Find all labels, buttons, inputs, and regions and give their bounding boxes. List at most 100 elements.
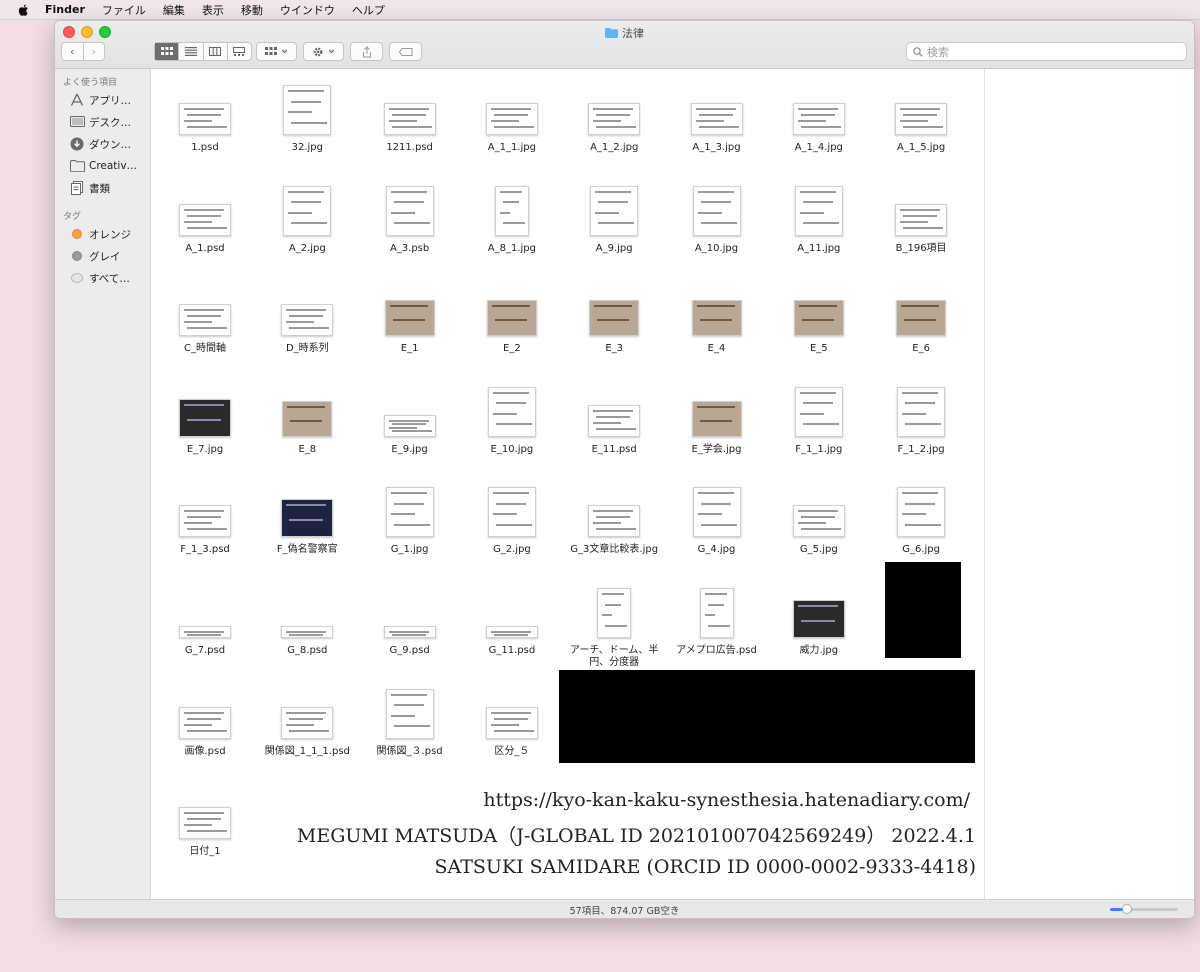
file-item[interactable]: E_8 [258, 379, 356, 475]
menu-view[interactable]: 表示 [202, 2, 224, 18]
file-item[interactable]: A_1.psd [156, 178, 254, 274]
file-item[interactable]: E_1 [361, 278, 459, 374]
menu-file[interactable]: ファイル [102, 2, 146, 18]
action-button[interactable] [303, 42, 344, 61]
file-item[interactable]: G_7.psd [156, 580, 254, 676]
file-item[interactable]: G_9.psd [361, 580, 459, 676]
file-item[interactable]: 区分_５ [463, 681, 561, 777]
file-item[interactable]: アメプロ広告.psd [668, 580, 766, 676]
thumbnail-detail [598, 201, 629, 204]
menu-edit[interactable]: 編集 [163, 2, 185, 18]
icon-size-slider[interactable] [1110, 904, 1178, 914]
file-item[interactable]: E_3 [565, 278, 663, 374]
file-item[interactable]: A_3.psb [361, 178, 459, 274]
file-item[interactable]: A_9.jpg [565, 178, 663, 274]
file-item[interactable]: F_1_3.psd [156, 479, 254, 575]
gallery-view-button[interactable] [228, 43, 251, 60]
file-item[interactable]: G_3文章比較表.jpg [565, 479, 663, 575]
file-item[interactable]: E_6 [872, 278, 970, 374]
share-button[interactable] [350, 42, 383, 61]
file-item[interactable]: 関係図_３.psd [361, 681, 459, 777]
sidebar-item-creative-cloud[interactable]: Creativ… [55, 155, 150, 177]
thumbnail-detail [802, 201, 833, 204]
file-item[interactable]: E_4 [668, 278, 766, 374]
file-item[interactable]: E_学会.jpg [668, 379, 766, 475]
sidebar-item-desktop[interactable]: デスク… [55, 111, 150, 133]
slider-knob[interactable] [1122, 904, 1132, 914]
list-view-button[interactable] [179, 43, 204, 60]
sidebar-item-applications[interactable]: アプリ… [55, 89, 150, 111]
file-item[interactable]: G_5.jpg [770, 479, 868, 575]
file-grid: 1.psd 32.jpg 1211.psd A_1_1.jpg A_1_2.jpg A_1… [151, 69, 984, 899]
file-item[interactable]: A_1_4.jpg [770, 77, 868, 173]
file-item[interactable]: 威力.jpg [770, 580, 868, 676]
menu-go[interactable]: 移動 [241, 2, 263, 18]
thumbnail-detail [288, 111, 313, 113]
sidebar-tag-gray[interactable]: グレイ [55, 245, 150, 267]
column-view-button[interactable] [204, 43, 228, 60]
file-name: E_3 [605, 343, 624, 355]
file-item[interactable]: 1.psd [156, 77, 254, 173]
edit-tags-button[interactable] [389, 42, 422, 61]
group-by-button[interactable] [256, 42, 297, 61]
menu-help[interactable]: ヘルプ [352, 2, 385, 18]
search-field[interactable]: 検索 [906, 42, 1187, 61]
file-item[interactable]: E_9.jpg [361, 379, 459, 475]
file-item[interactable]: 関係図_1_1_1.psd [258, 681, 356, 777]
file-item[interactable]: 32.jpg [258, 77, 356, 173]
file-item[interactable]: C_時間軸 [156, 278, 254, 374]
file-item[interactable]: G_4.jpg [668, 479, 766, 575]
thumbnail-detail [286, 637, 314, 638]
file-item[interactable]: E_10.jpg [463, 379, 561, 475]
file-item[interactable]: A_8_1.jpg [463, 178, 561, 274]
file-item[interactable]: A_1_1.jpg [463, 77, 561, 173]
status-text: 57項目、874.07 GB空き [569, 905, 680, 917]
icon-view-button[interactable] [155, 43, 180, 60]
apple-icon[interactable] [17, 3, 31, 17]
forward-button[interactable]: › [84, 43, 105, 60]
sidebar-tag-all[interactable]: すべて… [55, 267, 150, 289]
file-item[interactable]: B_196項目 [872, 178, 970, 274]
file-item[interactable]: E_2 [463, 278, 561, 374]
file-item[interactable]: F_偽名警察官 [258, 479, 356, 575]
file-item[interactable]: F_1_2.jpg [872, 379, 970, 475]
file-item[interactable]: A_1_2.jpg [565, 77, 663, 173]
file-item[interactable]: A_11.jpg [770, 178, 868, 274]
file-item[interactable]: 1211.psd [361, 77, 459, 173]
menu-finder[interactable]: Finder [45, 3, 85, 16]
thumbnail-detail [393, 502, 424, 505]
file-item[interactable]: G_11.psd [463, 580, 561, 676]
file-item[interactable]: E_11.psd [565, 379, 663, 475]
sidebar-tag-orange[interactable]: オレンジ [55, 223, 150, 245]
file-item[interactable]: G_1.jpg [361, 479, 459, 575]
thumbnail-detail [187, 126, 227, 128]
menu-window[interactable]: ウインドウ [280, 2, 335, 18]
file-item[interactable]: D_時系列 [258, 278, 356, 374]
file-item[interactable]: 日付_1 [156, 781, 254, 877]
file-item[interactable]: A_1_5.jpg [872, 77, 970, 173]
thumbnail-detail [286, 723, 315, 726]
file-item[interactable]: E_7.jpg [156, 379, 254, 475]
thumbnail-detail [695, 120, 724, 122]
file-item[interactable]: A_10.jpg [668, 178, 766, 274]
file-item[interactable]: アーチ、ドーム、半円、分度器 [565, 580, 663, 676]
file-item[interactable]: G_8.psd [258, 580, 356, 676]
thumbnail-detail [499, 211, 510, 214]
file-item[interactable]: F_1_1.jpg [770, 379, 868, 475]
file-item[interactable]: A_1_3.jpg [668, 77, 766, 173]
thumbnail-detail [493, 717, 528, 720]
back-button[interactable]: ‹ [62, 43, 84, 60]
thumbnail-detail [707, 624, 730, 627]
file-name: A_1_5.jpg [896, 142, 946, 153]
sidebar-item-documents[interactable]: 書類 [55, 177, 150, 199]
file-item[interactable]: G_6.jpg [872, 479, 970, 575]
chevron-down-icon [281, 49, 288, 54]
file-item[interactable]: A_2.jpg [258, 178, 356, 274]
file-thumbnail [590, 185, 639, 236]
file-item[interactable]: E_5 [770, 278, 868, 374]
file-item[interactable]: G_2.jpg [463, 479, 561, 575]
file-item[interactable]: 画像.psd [156, 681, 254, 777]
file-name: G_6.jpg [902, 544, 940, 556]
sidebar-item-downloads[interactable]: ダウン… [55, 133, 150, 155]
file-thumbnail [897, 386, 946, 437]
